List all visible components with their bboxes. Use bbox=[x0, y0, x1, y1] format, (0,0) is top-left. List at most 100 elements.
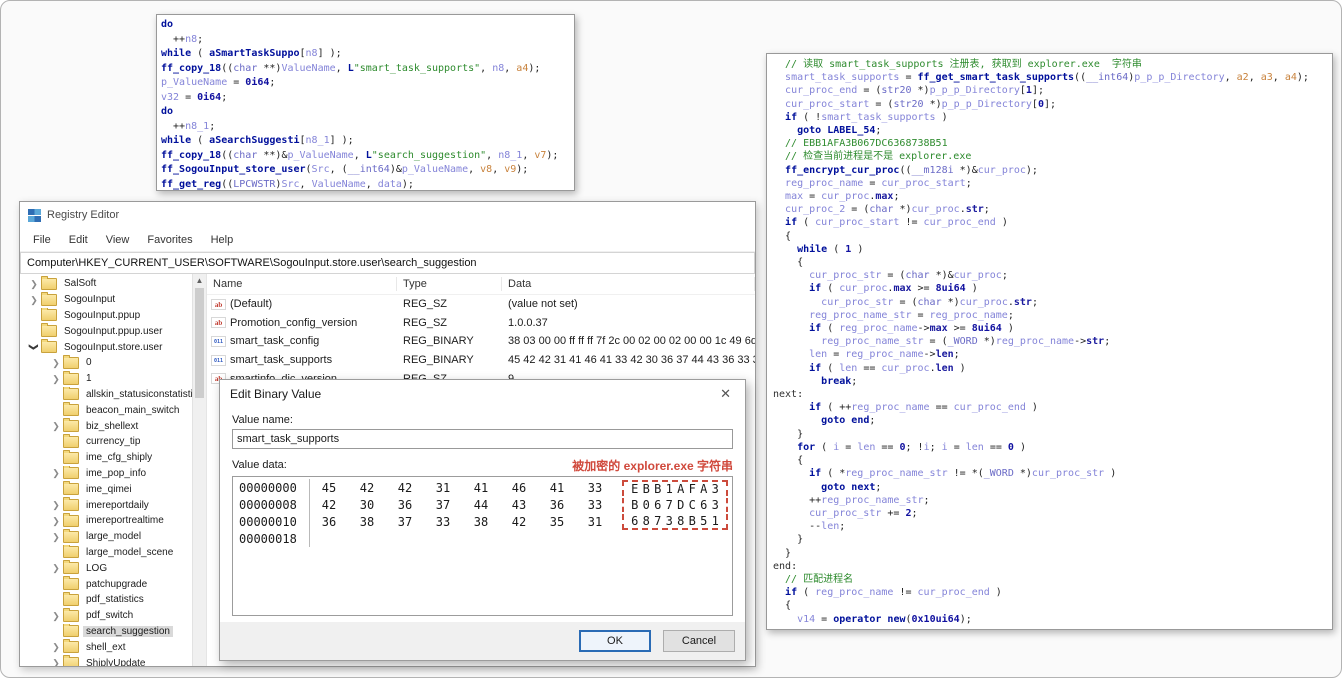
hex-byte[interactable]: 43 bbox=[500, 498, 538, 512]
value-name-input[interactable] bbox=[232, 429, 733, 449]
value-row-smart_task_config[interactable]: 011 smart_task_config REG_BINARY 38 03 00 0… bbox=[207, 332, 755, 351]
hex-byte[interactable]: 38 bbox=[462, 515, 500, 529]
tree-item-label: SogouInput bbox=[64, 294, 116, 306]
address-bar[interactable]: Computer\HKEY_CURRENT_USER\SOFTWARE\Sogo… bbox=[20, 252, 755, 274]
tree-item-large_model[interactable]: ❯ large_model bbox=[20, 528, 192, 545]
hex-byte[interactable]: 42 bbox=[500, 515, 538, 529]
tree-item-biz_shellext[interactable]: ❯ biz_shellext bbox=[20, 418, 192, 434]
hex-row-00000018[interactable]: 00000018 bbox=[239, 530, 732, 547]
hex-byte[interactable]: 46 bbox=[500, 481, 538, 495]
expand-icon[interactable]: ❯ bbox=[50, 642, 62, 652]
expand-icon[interactable]: ❯ bbox=[50, 532, 62, 542]
hex-byte[interactable]: 31 bbox=[424, 481, 462, 495]
value-row-(Default)[interactable]: ab (Default) REG_SZ (value not set) bbox=[207, 295, 755, 314]
menu-favorites[interactable]: Favorites bbox=[138, 234, 201, 246]
hex-byte[interactable]: 30 bbox=[348, 498, 386, 512]
hex-byte[interactable]: 33 bbox=[576, 498, 614, 512]
hex-byte[interactable]: 36 bbox=[386, 498, 424, 512]
value-row-Promotion_config_version[interactable]: ab Promotion_config_version REG_SZ 1.0.0.37 bbox=[207, 314, 755, 333]
menu-file[interactable]: File bbox=[24, 234, 60, 246]
tree-item-imereportdaily[interactable]: ❯ imereportdaily bbox=[20, 497, 192, 513]
tree-item-ime_cfg_shiply[interactable]: ime_cfg_shiply bbox=[20, 449, 192, 466]
ascii-char: C bbox=[688, 497, 696, 512]
hex-row-00000000[interactable]: 00000000 45 42 42 31 41 46 41 33 E B B 1 A F A 3 bbox=[239, 479, 732, 496]
expand-icon[interactable]: ❯ bbox=[50, 374, 62, 384]
tree-item-label: large_model bbox=[86, 531, 142, 543]
hex-byte[interactable]: 36 bbox=[310, 515, 348, 529]
tree-item-patchupgrade[interactable]: patchupgrade bbox=[20, 576, 192, 592]
hex-byte[interactable]: 33 bbox=[576, 481, 614, 495]
tree-item-pdf_switch[interactable]: ❯ pdf_switch bbox=[20, 607, 192, 624]
menu-help[interactable]: Help bbox=[202, 234, 243, 246]
tree-item-SogouInput[interactable]: ❯ SogouInput bbox=[20, 291, 192, 308]
hex-byte[interactable]: 33 bbox=[424, 515, 462, 529]
tree-item-beacon_main_switch[interactable]: beacon_main_switch bbox=[20, 402, 192, 418]
title-bar[interactable]: Registry Editor bbox=[20, 202, 755, 228]
registry-editor-icon bbox=[28, 208, 41, 222]
hex-editor[interactable]: 00000000 45 42 42 31 41 46 41 33 E B B 1 A F A 3 00000008… bbox=[232, 476, 733, 616]
tree-item-shell_ext[interactable]: ❯ shell_ext bbox=[20, 639, 192, 655]
tree-item-LOG[interactable]: ❯ LOG bbox=[20, 560, 192, 576]
expand-icon[interactable]: ❯ bbox=[50, 563, 62, 573]
menu-view[interactable]: View bbox=[97, 234, 139, 246]
hex-byte[interactable]: 42 bbox=[348, 481, 386, 495]
expand-icon[interactable]: ❯ bbox=[28, 295, 40, 305]
cancel-button[interactable]: Cancel bbox=[663, 630, 735, 652]
tree-item-search_suggestion[interactable]: search_suggestion bbox=[20, 623, 192, 640]
tree-item-allskin_statusiconstatistics[interactable]: allskin_statusiconstatistics bbox=[20, 386, 192, 403]
expand-icon[interactable]: ❯ bbox=[50, 658, 62, 666]
hex-byte[interactable]: 41 bbox=[462, 481, 500, 495]
menu-edit[interactable]: Edit bbox=[60, 234, 97, 246]
hex-byte[interactable]: 31 bbox=[576, 515, 614, 529]
hex-row-00000008[interactable]: 00000008 42 30 36 37 44 43 36 33 B 0 6 7 D C 6 3 bbox=[239, 496, 732, 513]
tree-item-SogouInput.ppup[interactable]: SogouInput.ppup bbox=[20, 307, 192, 324]
tree-item-ime_qimei[interactable]: ime_qimei bbox=[20, 481, 192, 497]
tree-item-currency_tip[interactable]: currency_tip bbox=[20, 433, 192, 450]
hex-byte[interactable]: 45 bbox=[310, 481, 348, 495]
dialog-title-bar[interactable]: Edit Binary Value ✕ bbox=[220, 380, 745, 408]
expand-icon[interactable]: ❯ bbox=[50, 500, 62, 510]
tree-item-ShiplyUpdate[interactable]: ❯ ShiplyUpdate bbox=[20, 655, 192, 666]
tree-item-1[interactable]: ❯ 1 bbox=[20, 370, 192, 387]
tree-item-SalSoft[interactable]: ❯ SalSoft bbox=[20, 276, 192, 292]
expand-icon[interactable]: ❯ bbox=[28, 279, 40, 289]
expand-icon[interactable]: ❯ bbox=[50, 358, 62, 368]
ok-button[interactable]: OK bbox=[579, 630, 651, 652]
expand-icon[interactable]: ❯ bbox=[50, 611, 62, 621]
collapse-icon[interactable]: ❯ bbox=[29, 341, 39, 353]
hex-byte[interactable]: 44 bbox=[462, 498, 500, 512]
folder-icon bbox=[41, 323, 57, 338]
expand-icon[interactable]: ❯ bbox=[50, 468, 62, 478]
scroll-thumb[interactable] bbox=[195, 288, 205, 398]
value-row-smart_task_supports[interactable]: 011 smart_task_supports REG_BINARY 45 42 42… bbox=[207, 351, 755, 370]
column-type[interactable]: Type bbox=[397, 277, 503, 291]
hex-ascii-highlighted: EBB1AFA3 bbox=[622, 479, 728, 496]
tree-item-SogouInput.store.user[interactable]: ❯ SogouInput.store.user bbox=[20, 339, 192, 355]
tree-item-imereportrealtime[interactable]: ❯ imereportrealtime bbox=[20, 512, 192, 529]
tree-item-SogouInput.ppup.user[interactable]: SogouInput.ppup.user bbox=[20, 323, 192, 339]
ascii-char: B bbox=[654, 481, 662, 496]
folder-icon bbox=[63, 623, 79, 638]
hex-byte[interactable]: 37 bbox=[386, 515, 424, 529]
tree-item-pdf_statistics[interactable]: pdf_statistics bbox=[20, 591, 192, 608]
folder-icon bbox=[41, 291, 57, 306]
value-data: 1.0.0.37 bbox=[508, 316, 548, 329]
expand-icon[interactable]: ❯ bbox=[50, 516, 62, 526]
scroll-up-icon[interactable]: ▲ bbox=[193, 274, 206, 287]
hex-byte[interactable]: 42 bbox=[310, 498, 348, 512]
expand-icon[interactable]: ❯ bbox=[50, 421, 62, 431]
hex-byte[interactable]: 37 bbox=[424, 498, 462, 512]
hex-byte[interactable]: 38 bbox=[348, 515, 386, 529]
hex-byte[interactable]: 36 bbox=[538, 498, 576, 512]
tree-item-ime_pop_info[interactable]: ❯ ime_pop_info bbox=[20, 465, 192, 482]
tree-item-large_model_scene[interactable]: large_model_scene bbox=[20, 544, 192, 561]
hex-byte[interactable]: 35 bbox=[538, 515, 576, 529]
tree-item-0[interactable]: ❯ 0 bbox=[20, 354, 192, 371]
hex-byte[interactable]: 42 bbox=[386, 481, 424, 495]
column-data[interactable]: Data bbox=[502, 277, 755, 291]
hex-row-00000010[interactable]: 00000010 36 38 37 33 38 42 35 31 6 8 7 3 8 B 5 1 bbox=[239, 513, 732, 530]
column-name[interactable]: Name bbox=[207, 277, 398, 291]
tree-scrollbar[interactable]: ▲ bbox=[192, 274, 207, 666]
hex-byte[interactable]: 41 bbox=[538, 481, 576, 495]
close-icon[interactable]: ✕ bbox=[716, 386, 735, 402]
